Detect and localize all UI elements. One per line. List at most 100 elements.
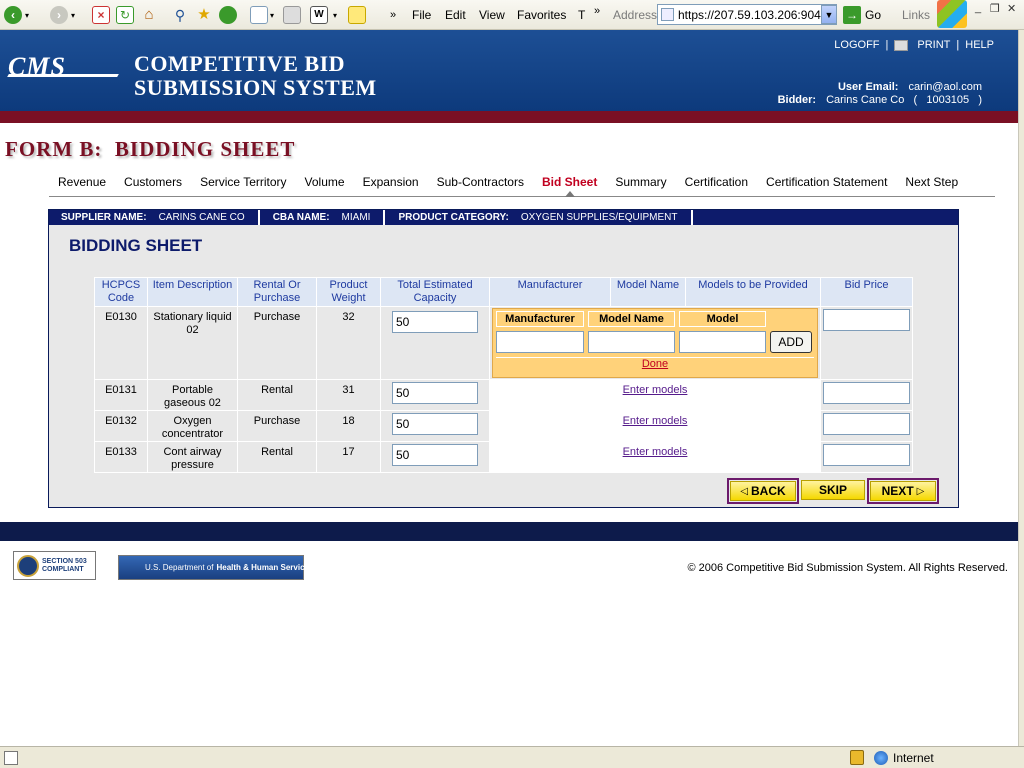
enter-models-link[interactable]: Enter models	[623, 415, 688, 427]
forward-nav-button[interactable]: › ▾	[50, 5, 75, 25]
capacity-input[interactable]	[392, 413, 478, 435]
minimize-icon[interactable]: _	[975, 2, 981, 14]
tab-bid-sheet[interactable]: Bid Sheet	[533, 172, 606, 197]
help-link[interactable]: HELP	[965, 39, 994, 51]
model-name-input[interactable]	[588, 331, 675, 353]
star-icon: ★	[197, 6, 211, 23]
stop-button[interactable]: ×	[92, 5, 110, 25]
back-nav-button[interactable]: ‹ ▾	[4, 5, 29, 25]
printer-icon	[283, 6, 301, 24]
menu-tools[interactable]: T	[578, 8, 585, 22]
printer-icon[interactable]	[894, 39, 909, 51]
tab-revenue[interactable]: Revenue	[49, 172, 115, 196]
user-info: User Email: carin@aol.com Bidder: Carins C…	[778, 81, 982, 107]
header-models-provided: Models to be Provided	[685, 277, 821, 307]
tab-certification[interactable]: Certification	[676, 172, 757, 196]
history-icon	[219, 6, 237, 24]
browser-toolbar: ‹ ▾ › ▾ × ↻ ⌂ ⚲ ★ ▾ W ▾ » File Edit View …	[0, 0, 1024, 30]
chevron-down-icon: ▾	[333, 10, 338, 20]
chevron-down-icon: ▼	[824, 10, 834, 20]
tab-customers[interactable]: Customers	[115, 172, 191, 196]
toolbar-overflow[interactable]: »	[390, 5, 396, 25]
bid-price-input[interactable]	[823, 444, 910, 466]
tab-expansion[interactable]: Expansion	[354, 172, 428, 196]
bid-price-input[interactable]	[823, 309, 910, 331]
chevron-down-icon: ▾	[270, 10, 275, 20]
user-email-label: User Email:	[837, 81, 899, 93]
bid-price-input[interactable]	[823, 413, 910, 435]
go-button[interactable]: → Go	[843, 5, 881, 25]
manufacturer-input[interactable]	[496, 331, 584, 353]
tab-certification-statement[interactable]: Certification Statement	[757, 172, 896, 196]
bidding-panel: SUPPLIER NAME: CARINS CANE CO CBA NAME: MI…	[48, 209, 959, 508]
next-button[interactable]: NEXT ▷	[867, 478, 939, 504]
skip-button[interactable]: SKIP	[801, 480, 865, 500]
menu-file[interactable]: File	[412, 8, 431, 22]
capacity-input[interactable]	[392, 382, 478, 404]
page-icon	[4, 751, 18, 765]
menu-edit[interactable]: Edit	[445, 8, 466, 22]
menu-view[interactable]: View	[479, 8, 505, 22]
cba-info: CBA NAME: MIAMI	[257, 210, 384, 225]
item-description: Oxygen concentrator	[147, 410, 238, 442]
restore-icon[interactable]: ❐	[990, 2, 1000, 15]
add-model-button[interactable]: ADD	[770, 331, 812, 353]
home-button[interactable]: ⌂	[140, 5, 158, 25]
product-weight: 17	[316, 441, 381, 473]
site-title-line1: COMPETITIVE BID	[134, 51, 346, 76]
header-manufacturer: Manufacturer	[489, 277, 611, 307]
info-bar: SUPPLIER NAME: CARINS CANE CO CBA NAME: MI…	[49, 210, 958, 225]
enter-models-link[interactable]: Enter models	[623, 446, 688, 458]
print-link[interactable]: PRINT	[917, 39, 950, 51]
globe-icon	[874, 751, 888, 765]
hhs-logo[interactable]: U.S. Department of Health & Human Service…	[118, 555, 313, 580]
header-divider	[0, 111, 1018, 123]
category-info: PRODUCT CATEGORY: OXYGEN SUPPLIES/EQUIPME…	[383, 210, 693, 225]
tab-volume[interactable]: Volume	[296, 172, 354, 196]
done-link[interactable]: Done	[642, 358, 668, 370]
hcpcs-code: E0131	[94, 379, 148, 411]
print-button[interactable]	[283, 5, 301, 25]
cba-label: CBA NAME:	[272, 212, 330, 223]
bid-price-input[interactable]	[823, 382, 910, 404]
windows-logo-icon	[937, 0, 967, 28]
menu-overflow[interactable]: »	[594, 5, 600, 17]
search-button[interactable]: ⚲	[171, 5, 189, 25]
tab-service-territory[interactable]: Service Territory	[191, 172, 295, 196]
discuss-button[interactable]	[348, 5, 366, 25]
favorites-button[interactable]: ★	[195, 5, 213, 25]
tab-summary[interactable]: Summary	[606, 172, 675, 196]
refresh-button[interactable]: ↻	[116, 5, 134, 25]
section-503-badge[interactable]: SECTION 503 COMPLIANT	[13, 551, 96, 580]
close-icon[interactable]: ✕	[1007, 2, 1016, 15]
header-capacity: Total Estimated Capacity	[380, 277, 490, 307]
link-separator: |	[956, 39, 960, 51]
model-input[interactable]	[679, 331, 766, 353]
hcpcs-code: E0133	[94, 441, 148, 473]
address-input[interactable]: https://207.59.103.206:9045	[657, 4, 837, 25]
address-dropdown-button[interactable]: ▼	[821, 5, 837, 24]
enter-models-link[interactable]: Enter models	[623, 384, 688, 396]
address-value: https://207.59.103.206:9045	[678, 8, 828, 22]
tab-sub-contractors[interactable]: Sub-Contractors	[428, 172, 533, 196]
logoff-link[interactable]: LOGOFF	[834, 39, 879, 51]
scrollbar[interactable]	[1018, 30, 1024, 746]
supplier-value: CARINS CANE CO	[158, 212, 245, 223]
category-label: PRODUCT CATEGORY:	[398, 212, 509, 223]
capacity-input[interactable]	[392, 311, 478, 333]
links-button[interactable]: Links	[902, 8, 930, 22]
site-title-line2: SUBMISSION SYSTEM	[134, 75, 377, 100]
go-arrow-icon: →	[843, 6, 861, 24]
header-bid-price: Bid Price	[820, 277, 913, 307]
address-label: Address	[613, 8, 658, 22]
bidder-label: Bidder:	[777, 94, 817, 106]
mail-button[interactable]: ▾	[250, 5, 274, 25]
note-icon	[348, 6, 366, 24]
menu-favorites[interactable]: Favorites	[517, 8, 566, 22]
edit-button[interactable]: W ▾	[310, 5, 337, 25]
back-button[interactable]: ◁ BACK	[727, 478, 799, 504]
security-zone: Internet	[893, 751, 934, 765]
tab-next-step[interactable]: Next Step	[896, 172, 967, 196]
capacity-input[interactable]	[392, 444, 478, 466]
history-button[interactable]	[219, 5, 237, 25]
